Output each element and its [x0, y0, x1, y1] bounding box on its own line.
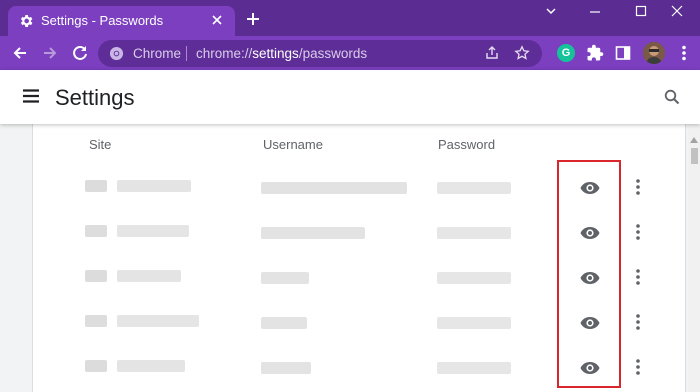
bookmark-star-icon[interactable] [514, 45, 530, 61]
username-redacted [261, 227, 365, 239]
column-header-password: Password [438, 137, 496, 152]
chevron-down-icon[interactable] [528, 0, 574, 22]
page-title: Settings [55, 85, 135, 110]
site-text-redacted [117, 360, 185, 372]
menu-icon[interactable] [22, 88, 40, 104]
url-path: /passwords [298, 46, 368, 61]
password-masked [437, 227, 511, 239]
password-masked [437, 182, 511, 194]
tab-settings-passwords[interactable]: Settings - Passwords [8, 6, 235, 36]
share-icon[interactable] [484, 45, 500, 61]
window-close-icon[interactable] [654, 0, 700, 22]
side-panel-icon[interactable] [615, 45, 631, 61]
password-masked [437, 362, 511, 374]
site-favicon-redacted [85, 360, 107, 372]
site-favicon-redacted [85, 180, 107, 192]
search-icon[interactable] [664, 89, 680, 105]
column-header-site: Site [89, 137, 112, 152]
close-icon[interactable] [209, 12, 225, 28]
forward-arrow-icon[interactable] [40, 43, 60, 63]
back-arrow-icon[interactable] [10, 43, 30, 63]
password-masked [437, 272, 511, 284]
site-favicon-redacted [85, 225, 107, 237]
gear-icon [18, 13, 34, 29]
more-vert-icon[interactable] [633, 177, 643, 197]
username-redacted [261, 317, 307, 329]
tab-title: Settings - Passwords [41, 13, 164, 28]
omnibox-divider [186, 46, 187, 61]
column-header-username: Username [263, 137, 323, 152]
more-vert-icon[interactable] [633, 222, 643, 242]
scrollbar-thumb[interactable] [691, 148, 698, 164]
site-text-redacted [117, 270, 181, 282]
more-vert-icon[interactable] [633, 312, 643, 332]
new-tab-plus-icon[interactable] [244, 10, 262, 28]
chrome-logo-icon [109, 46, 124, 61]
eye-icons-highlight-box [557, 160, 621, 388]
url-scheme: chrome:// [196, 46, 253, 61]
password-masked [437, 317, 511, 329]
site-favicon-redacted [85, 315, 107, 327]
extensions-puzzle-icon[interactable] [586, 44, 604, 62]
more-vert-icon[interactable] [676, 44, 692, 62]
site-text-redacted [117, 315, 199, 327]
scrollbar[interactable] [688, 124, 700, 392]
omnibox-chrome-label: Chrome [133, 46, 182, 61]
omnibox-url: chrome://settings/passwords [196, 46, 367, 61]
settings-header: Settings [0, 70, 700, 124]
minimize-icon[interactable] [572, 0, 618, 22]
saved-passwords-card: Site Username Password [32, 124, 686, 392]
username-redacted [261, 362, 311, 374]
browser-toolbar: Chrome chrome://settings/passwords G [0, 36, 700, 70]
address-bar[interactable]: Chrome chrome://settings/passwords [98, 40, 542, 67]
profile-avatar[interactable] [643, 42, 665, 64]
username-redacted [261, 272, 309, 284]
more-vert-icon[interactable] [633, 267, 643, 287]
site-text-redacted [117, 180, 191, 192]
grammarly-extension-icon[interactable]: G [557, 44, 575, 62]
tab-strip: Settings - Passwords [0, 0, 700, 36]
reload-icon[interactable] [70, 43, 90, 63]
site-text-redacted [117, 225, 189, 237]
scroll-up-arrow-icon[interactable] [690, 130, 698, 143]
site-favicon-redacted [85, 270, 107, 282]
username-redacted [261, 182, 407, 194]
url-host: settings [252, 46, 299, 61]
more-vert-icon[interactable] [633, 357, 643, 377]
settings-content: Site Username Password [0, 124, 700, 392]
